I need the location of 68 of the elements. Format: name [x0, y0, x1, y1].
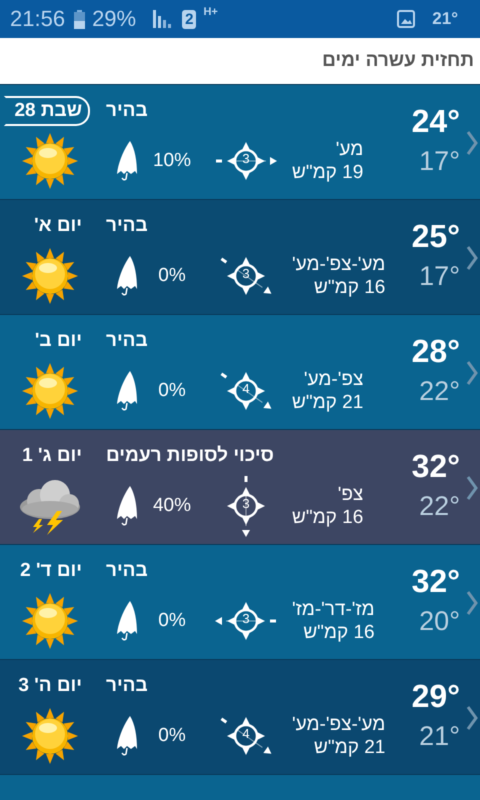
chevron-icon — [466, 475, 478, 501]
wind-force: 4 — [241, 381, 251, 396]
wind-speed: 21 קמ"ש — [314, 736, 386, 759]
low-temperature: 22° — [419, 376, 460, 407]
condition-text: בהיר — [106, 100, 148, 122]
chevron-icon — [466, 360, 478, 386]
day-label: יום ג' 1 — [21, 444, 83, 468]
high-temperature: 29° — [412, 678, 460, 715]
day-label: שבת 28 — [4, 96, 90, 126]
umbrella-icon — [116, 256, 138, 296]
low-temperature: 17° — [419, 261, 460, 292]
wind-speed: 19 קמ"ש — [292, 161, 364, 184]
page-title: תחזית עשרה ימים — [322, 50, 474, 72]
condition-text: סיכוי לסופות רעמים — [106, 445, 274, 467]
low-temperature: 21° — [419, 721, 460, 752]
battery-icon — [74, 10, 86, 28]
high-temperature: 28° — [412, 333, 460, 370]
wind-force: 4 — [241, 726, 251, 741]
chevron-icon — [466, 705, 478, 731]
network-type: H+ — [203, 6, 218, 18]
wind-direction: מז'-דר'-מז' — [292, 598, 375, 621]
rain-chance: 40% — [152, 495, 192, 517]
condition-text: בהיר — [106, 675, 148, 697]
high-temperature: 32° — [412, 448, 460, 485]
rain-chance: 0% — [157, 265, 187, 287]
wind-force: 3 — [241, 496, 251, 511]
wind-direction: מע' — [336, 138, 364, 161]
low-temperature: 17° — [419, 146, 460, 177]
umbrella-icon — [116, 486, 138, 526]
wind-force: 3 — [241, 611, 251, 626]
rain-chance: 0% — [157, 380, 187, 402]
chevron-icon — [466, 130, 478, 156]
high-temperature: 25° — [412, 218, 460, 255]
image-icon — [397, 10, 416, 28]
high-temperature: 24° — [412, 103, 460, 140]
chevron-icon — [466, 245, 478, 271]
low-temperature: 22° — [419, 491, 460, 522]
day-label: יום א' — [33, 214, 83, 238]
rain-chance: 0% — [157, 725, 187, 747]
wind-force: 3 — [241, 151, 251, 166]
day-label: יום ה' 3 — [17, 674, 83, 698]
condition-text: בהיר — [106, 215, 148, 237]
condition-text: בהיר — [106, 560, 148, 582]
umbrella-icon — [116, 601, 138, 641]
chevron-icon — [466, 590, 478, 616]
wind-direction: מע'-צפ'-מע' — [292, 713, 386, 736]
wind-speed: 16 קמ"ש — [292, 506, 364, 529]
clock: 21:56 — [10, 6, 66, 32]
umbrella-icon — [116, 371, 138, 411]
rain-chance: 10% — [152, 150, 192, 172]
battery-percent: 29% — [92, 6, 136, 32]
day-label: יום ב' — [34, 329, 83, 353]
wind-direction: צפ' — [338, 483, 364, 506]
condition-text: בהיר — [106, 330, 148, 352]
day-label: יום ד' 2 — [19, 559, 83, 583]
umbrella-icon — [116, 716, 138, 756]
wind-direction: מע'-צפ'-מע' — [292, 253, 386, 276]
sim-badge: 2 — [182, 10, 196, 28]
wind-speed: 16 קמ"ש — [303, 621, 375, 644]
rain-chance: 0% — [157, 610, 187, 632]
low-temperature: 20° — [419, 606, 460, 637]
wind-speed: 21 קמ"ש — [292, 391, 364, 414]
temperature: 21° — [432, 9, 458, 29]
high-temperature: 32° — [412, 563, 460, 600]
wind-direction: צפ'-מע' — [304, 368, 364, 391]
wind-force: 3 — [241, 266, 251, 281]
umbrella-icon — [116, 141, 138, 181]
wind-speed: 16 קמ"ש — [314, 276, 386, 299]
